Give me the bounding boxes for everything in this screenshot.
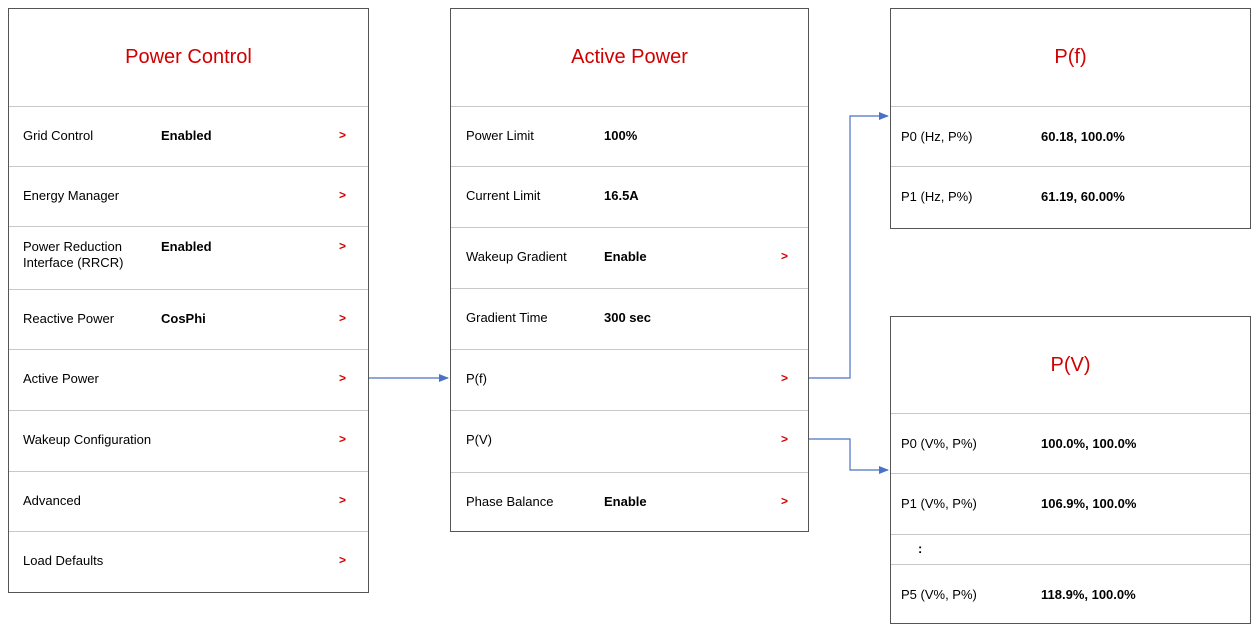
pf-row-p1-hz-p: P1 (Hz, P%) 61.19, 60.00%	[891, 166, 1250, 229]
row-label: Reactive Power	[23, 311, 115, 326]
active-power-row-current-limit: Current Limit 16.5A	[451, 166, 808, 227]
row-label: P5 (V%, P%)	[901, 587, 977, 602]
row-label: P0 (V%, P%)	[901, 436, 977, 451]
row-label: Power Reduction Interface (RRCR)	[23, 239, 124, 270]
row-value: Enable	[604, 494, 647, 509]
row-value: 118.9%, 100.0%	[1041, 587, 1136, 602]
power-control-row-reactive-power[interactable]: Reactive Power CosPhi >	[9, 289, 368, 349]
active-power-row-power-limit: Power Limit 100%	[451, 106, 808, 166]
pv-row-p5-v-p: P5 (V%, P%) 118.9%, 100.0%	[891, 564, 1250, 625]
chevron-right-icon[interactable]: >	[339, 493, 346, 507]
row-label: P(V)	[466, 432, 492, 447]
chevron-right-icon[interactable]: >	[339, 371, 346, 385]
pf-row-p0-hz-p: P0 (Hz, P%) 60.18, 100.0%	[891, 106, 1250, 166]
chevron-right-icon[interactable]: >	[781, 494, 788, 508]
active-power-panel: Active Power Power Limit 100% Current Limi…	[450, 8, 809, 532]
panel-title: Active Power	[571, 46, 688, 68]
chevron-right-icon[interactable]: >	[339, 188, 346, 202]
chevron-right-icon[interactable]: >	[781, 249, 788, 263]
power-control-panel: Power Control Grid Control Enabled > Energy…	[8, 8, 369, 593]
pv-row-p0-v-p: P0 (V%, P%) 100.0%, 100.0%	[891, 413, 1250, 473]
power-control-row-wakeup-configuration[interactable]: Wakeup Configuration >	[9, 410, 368, 471]
row-value: 61.19, 60.00%	[1041, 189, 1125, 204]
row-value: 60.18, 100.0%	[1041, 129, 1125, 144]
row-label: Current Limit	[466, 188, 541, 203]
row-value: Enable	[604, 249, 647, 264]
active-power-row-gradient-time: Gradient Time 300 sec	[451, 288, 808, 349]
pv-row-separator: :	[891, 534, 1250, 564]
panel-title: P(f)	[1054, 46, 1087, 68]
row-value: CosPhi	[161, 311, 206, 326]
chevron-right-icon[interactable]: >	[339, 128, 346, 142]
row-value: Enabled	[161, 239, 212, 254]
row-value: 300 sec	[604, 310, 651, 325]
row-label: P0 (Hz, P%)	[901, 129, 973, 144]
chevron-right-icon[interactable]: >	[781, 371, 788, 385]
power-control-row-energy-manager[interactable]: Energy Manager >	[9, 166, 368, 226]
row-label: Load Defaults	[23, 553, 104, 568]
panel-title: Power Control	[125, 46, 252, 68]
row-label: Advanced	[23, 493, 81, 508]
active-power-row-phase-balance[interactable]: Phase Balance Enable >	[451, 472, 808, 532]
row-label: Wakeup Configuration	[23, 432, 152, 447]
chevron-right-icon[interactable]: >	[781, 432, 788, 446]
row-label: P(f)	[466, 371, 487, 386]
connector-pv	[809, 438, 889, 474]
chevron-right-icon[interactable]: >	[339, 432, 346, 446]
active-power-row-p-v[interactable]: P(V) >	[451, 410, 808, 472]
power-control-row-grid-control[interactable]: Grid Control Enabled >	[9, 106, 368, 166]
row-label: Phase Balance	[466, 494, 554, 509]
power-control-row-active-power[interactable]: Active Power >	[9, 349, 368, 410]
power-control-row-power-reduction-interface-rrcr[interactable]: Power Reduction Interface (RRCR) Enabled >	[9, 226, 368, 289]
row-value: 100%	[604, 128, 638, 143]
active-power-row-wakeup-gradient[interactable]: Wakeup Gradient Enable >	[451, 227, 808, 288]
chevron-right-icon[interactable]: >	[339, 311, 346, 325]
row-label: Gradient Time	[466, 310, 548, 325]
row-value: 100.0%, 100.0%	[1041, 436, 1137, 451]
row-label: Wakeup Gradient	[466, 249, 567, 264]
row-label: Active Power	[23, 371, 99, 386]
row-label: Energy Manager	[23, 188, 120, 203]
row-label: :	[918, 541, 923, 556]
active-power-row-p-f[interactable]: P(f) >	[451, 349, 808, 410]
power-control-row-advanced[interactable]: Advanced >	[9, 471, 368, 531]
row-value: 106.9%, 100.0%	[1041, 496, 1137, 511]
power-control-row-load-defaults[interactable]: Load Defaults >	[9, 531, 368, 593]
panel-title: P(V)	[1050, 354, 1091, 376]
pf-panel: P(f) P0 (Hz, P%) 60.18, 100.0% P1 (Hz, P%)…	[890, 8, 1251, 229]
row-label: Power Limit	[466, 128, 534, 143]
connector-pf	[809, 112, 889, 379]
pv-panel: P(V) P0 (V%, P%) 100.0%, 100.0% P1 (V%, P%…	[890, 316, 1251, 624]
row-label: P1 (Hz, P%)	[901, 189, 973, 204]
row-value: Enabled	[161, 128, 212, 143]
row-label: P1 (V%, P%)	[901, 496, 977, 511]
chevron-right-icon[interactable]: >	[339, 239, 346, 253]
chevron-right-icon[interactable]: >	[339, 553, 346, 567]
row-value: 16.5A	[604, 188, 639, 203]
row-label: Grid Control	[23, 128, 94, 143]
pv-row-p1-v-p: P1 (V%, P%) 106.9%, 100.0%	[891, 473, 1250, 534]
